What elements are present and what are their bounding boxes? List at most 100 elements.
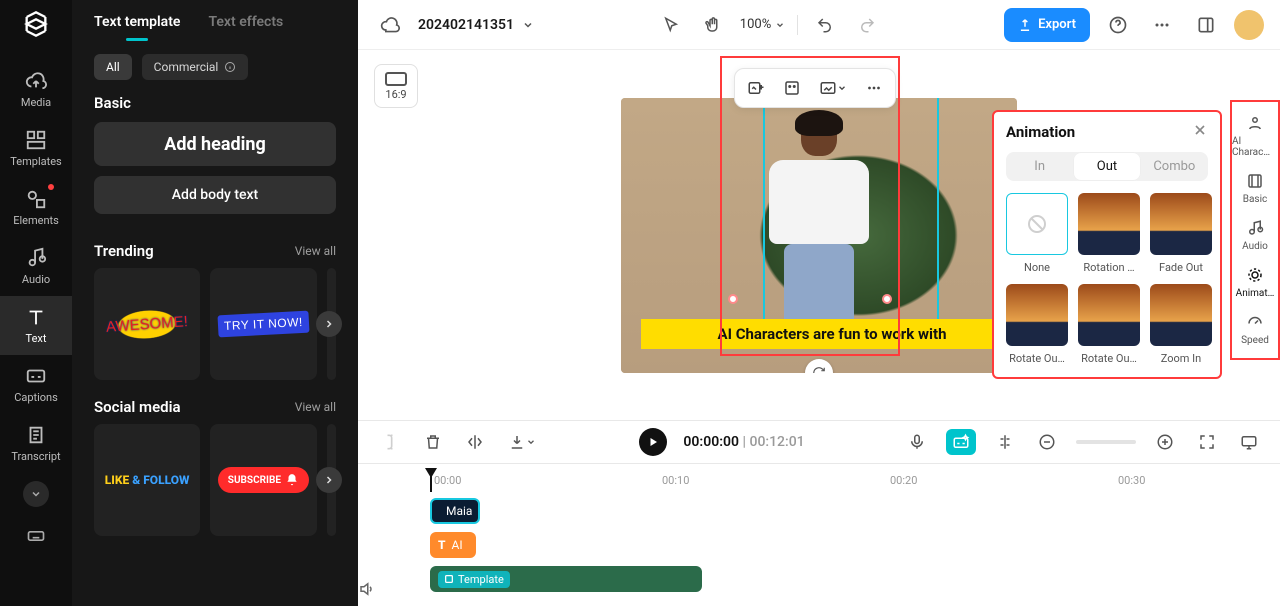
bell-icon [285, 473, 299, 487]
speaker-icon [358, 580, 376, 598]
mirror-button[interactable] [462, 429, 488, 455]
template-tile-likefollow[interactable]: LIKE & FOLLOW [94, 424, 200, 536]
section-basic-title: Basic [94, 94, 336, 112]
preview-frame[interactable]: AI Characters are fun to work with [621, 98, 1017, 373]
animation-tab-out[interactable]: Out [1073, 152, 1140, 181]
play-button[interactable] [639, 428, 667, 456]
nav-elements[interactable]: Elements [0, 178, 72, 237]
rail-animation[interactable]: Animat… [1232, 266, 1278, 299]
user-avatar[interactable] [1234, 10, 1264, 40]
nav-audio[interactable]: Audio [0, 237, 72, 296]
rail-speed[interactable]: Speed [1232, 313, 1278, 346]
auto-captions-button[interactable] [946, 429, 976, 455]
hand-tool[interactable] [698, 10, 728, 40]
animation-option-none[interactable]: None [1006, 193, 1068, 274]
rail-basic[interactable]: Basic [1232, 172, 1278, 205]
regenerate-button[interactable] [805, 359, 833, 373]
clip-video[interactable]: Template [430, 566, 702, 592]
split-tool[interactable] [376, 428, 404, 456]
template-tile-awesome[interactable]: AWESOME! [94, 268, 200, 380]
chip-commercial[interactable]: Commercial [142, 54, 249, 80]
tile-label: SUBSCRIBE [218, 467, 309, 493]
download-button[interactable] [504, 429, 540, 455]
nav-transcript[interactable]: Transcript [0, 414, 72, 473]
nav-media[interactable]: Media [0, 60, 72, 119]
more-menu[interactable] [1146, 9, 1178, 41]
crop-button[interactable] [779, 75, 805, 101]
undo-button[interactable] [810, 10, 840, 40]
section-social-title: Social media [94, 398, 181, 416]
trending-view-all[interactable]: View all [295, 244, 336, 258]
zoom-slider[interactable] [1076, 440, 1136, 444]
rail-audio[interactable]: Audio [1232, 219, 1278, 252]
animation-option-rotation[interactable]: Rotation … [1078, 193, 1140, 274]
resize-handle[interactable] [882, 294, 892, 304]
animation-option-rotateout2[interactable]: Rotate Ou… [1078, 284, 1140, 365]
clip-text[interactable]: T AI [430, 532, 476, 558]
animation-option-rotateout1[interactable]: Rotate Ou… [1006, 284, 1068, 365]
template-tile-subscribe[interactable]: SUBSCRIBE [210, 424, 316, 536]
background-button[interactable] [815, 75, 851, 101]
selection-more[interactable] [861, 75, 887, 101]
animation-close[interactable] [1192, 122, 1208, 142]
zoom-value: 100% [740, 17, 771, 32]
template-tile-tryit[interactable]: TRY IT NOW! [210, 268, 316, 380]
layout-toggle[interactable] [1190, 9, 1222, 41]
add-body-text-button[interactable]: Add body text [94, 176, 336, 214]
layout-icon [1196, 15, 1216, 35]
nav-more[interactable] [23, 481, 49, 507]
present-button[interactable] [1236, 429, 1262, 455]
zoom-out-button[interactable] [1034, 429, 1060, 455]
rail-ai-characters[interactable]: AI Charac… [1232, 114, 1278, 158]
nav-keyboard[interactable] [23, 523, 49, 549]
caption-text[interactable]: AI Characters are fun to work with [641, 319, 1017, 349]
help-button[interactable] [1102, 9, 1134, 41]
fit-icon [1198, 433, 1216, 451]
voiceover-button[interactable] [904, 429, 930, 455]
tab-text-template[interactable]: Text template [94, 14, 180, 40]
download-icon [508, 433, 526, 451]
rail-label: Basic [1243, 194, 1268, 205]
person-icon [1246, 114, 1264, 132]
tiles-next-2[interactable] [316, 467, 342, 493]
redo-button[interactable] [852, 10, 882, 40]
social-view-all[interactable]: View all [295, 400, 336, 414]
nav-templates[interactable]: Templates [0, 119, 72, 178]
clip-character[interactable]: Maia [430, 498, 480, 524]
zoom-level[interactable]: 100% [740, 17, 785, 32]
tiles-next[interactable] [316, 311, 342, 337]
nav-rail: Media Templates Elements Audio Text Capt… [0, 0, 72, 606]
playhead[interactable] [430, 470, 432, 492]
chip-all[interactable]: All [94, 54, 132, 80]
ruler-tick: 00:20 [890, 474, 917, 487]
animation-option-fadeout[interactable]: Fade Out [1150, 193, 1212, 274]
tab-text-effects[interactable]: Text effects [208, 14, 283, 40]
text-cursor-icon [380, 432, 400, 452]
replace-media-button[interactable] [743, 75, 769, 101]
nav-captions[interactable]: Captions [0, 355, 72, 414]
animation-label: Rotate Ou… [1009, 352, 1065, 365]
split-icon [996, 433, 1014, 451]
elements-icon [25, 188, 47, 210]
animation-tab-combo[interactable]: Combo [1141, 152, 1208, 181]
pointer-tool[interactable] [656, 10, 686, 40]
animation-option-zoomin[interactable]: Zoom In [1150, 284, 1212, 365]
project-name[interactable]: 202402141351 [418, 17, 534, 33]
zoom-in-button[interactable] [1152, 429, 1178, 455]
cloud-sync-button[interactable] [374, 9, 406, 41]
fit-timeline-button[interactable] [1194, 429, 1220, 455]
dots-icon [1152, 15, 1172, 35]
export-button[interactable]: Export [1004, 8, 1090, 42]
aspect-ratio-button[interactable]: 16:9 [374, 64, 418, 108]
timeline-ruler[interactable]: 00:00 00:10 00:20 00:30 [430, 470, 1262, 492]
track-mute-toggle[interactable] [358, 580, 376, 602]
chip-label: Commercial [154, 60, 219, 74]
delete-button[interactable] [420, 429, 446, 455]
nav-text[interactable]: Text [0, 296, 72, 355]
split-clip-button[interactable] [992, 429, 1018, 455]
add-heading-button[interactable]: Add heading [94, 122, 336, 166]
animation-label: Rotate Ou… [1081, 352, 1137, 365]
resize-handle[interactable] [728, 294, 738, 304]
track-character: Maia [376, 498, 1262, 526]
animation-tab-in[interactable]: In [1006, 152, 1073, 181]
